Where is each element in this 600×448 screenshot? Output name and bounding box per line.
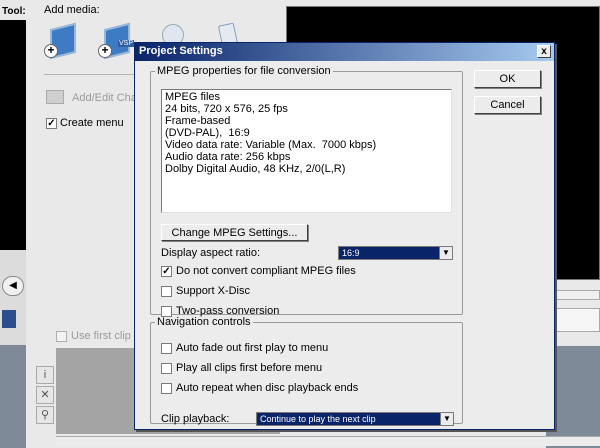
create-menu-check-box[interactable]: ✓ bbox=[46, 117, 57, 129]
info-line: MPEG files bbox=[165, 91, 221, 103]
auto-fade-check-box[interactable] bbox=[161, 342, 172, 354]
create-menu-checkbox[interactable]: ✓ Create menu bbox=[46, 117, 124, 129]
nav-group-legend: Navigation controls bbox=[157, 316, 251, 328]
info-line: Dolby Digital Audio, 48 KHz, 2/0(L,R) bbox=[165, 163, 346, 175]
do-not-convert-check-box[interactable]: ✓ bbox=[161, 265, 172, 277]
auto-fade-label: Auto fade out first play to menu bbox=[176, 342, 329, 354]
info-line: 24 bits, 720 x 576, 25 fps bbox=[165, 103, 288, 115]
do-not-convert-checkbox[interactable]: ✓ Do not convert compliant MPEG files bbox=[161, 265, 356, 277]
play-all-clips-check-box[interactable] bbox=[161, 362, 172, 374]
vsp-label: VSP bbox=[118, 40, 135, 47]
play-all-clips-label: Play all clips first before menu bbox=[176, 362, 323, 374]
support-xdisc-check-box[interactable] bbox=[161, 285, 172, 297]
zoom-icon[interactable]: ⚲ bbox=[36, 406, 54, 424]
dialog-title: Project Settings bbox=[139, 45, 223, 57]
speaker-icon[interactable] bbox=[2, 310, 16, 328]
horizontal-scrollbar[interactable] bbox=[56, 436, 600, 446]
support-xdisc-label: Support X-Disc bbox=[176, 285, 250, 297]
rewind-button[interactable]: ◀ bbox=[2, 276, 24, 296]
side-toolbar: i ✕ ⚲ bbox=[36, 366, 54, 426]
chevron-down-icon[interactable]: ▼ bbox=[440, 413, 453, 425]
left-tool-label: Tool: bbox=[0, 0, 26, 20]
create-menu-label: Create menu bbox=[60, 117, 124, 129]
support-xdisc-checkbox[interactable]: Support X-Disc bbox=[161, 285, 250, 297]
chapter-icon bbox=[46, 90, 64, 104]
auto-repeat-checkbox[interactable]: Auto repeat when disc playback ends bbox=[161, 382, 358, 394]
ok-button[interactable]: OK bbox=[474, 70, 541, 88]
delete-icon[interactable]: ✕ bbox=[36, 386, 54, 404]
clip-playback-value: Continue to play the next clip bbox=[260, 414, 376, 424]
close-button[interactable]: x bbox=[537, 45, 551, 58]
info-icon[interactable]: i bbox=[36, 366, 54, 384]
play-all-clips-checkbox[interactable]: Play all clips first before menu bbox=[161, 362, 322, 374]
left-timeline-area bbox=[0, 345, 26, 448]
add-media-label: Add media: bbox=[44, 4, 100, 16]
info-line: Audio data rate: 256 kbps bbox=[165, 151, 291, 163]
cancel-button[interactable]: Cancel bbox=[474, 96, 541, 114]
auto-repeat-label: Auto repeat when disc playback ends bbox=[176, 382, 359, 394]
auto-repeat-check-box[interactable] bbox=[161, 382, 172, 394]
mpeg-properties-group: MPEG properties for file conversion MPEG… bbox=[150, 65, 463, 317]
timeline-ruler bbox=[556, 308, 600, 332]
info-line: Frame-based bbox=[165, 115, 231, 127]
use-first-clip-check-box[interactable] bbox=[56, 330, 67, 342]
mpeg-info-box: MPEG files 24 bits, 720 x 576, 25 fps Fr… bbox=[161, 89, 452, 213]
auto-fade-checkbox[interactable]: Auto fade out first play to menu bbox=[161, 342, 328, 354]
clip-playback-select[interactable]: Continue to play the next clip ▼ bbox=[256, 412, 454, 426]
aspect-ratio-value: 16:9 bbox=[342, 248, 360, 258]
change-mpeg-settings-button[interactable]: Change MPEG Settings... bbox=[161, 224, 308, 241]
two-pass-check-box[interactable] bbox=[161, 305, 172, 317]
do-not-convert-label: Do not convert compliant MPEG files bbox=[176, 265, 356, 277]
add-edit-chapter-button[interactable]: Add/Edit Chap bbox=[72, 92, 143, 104]
use-first-clip-checkbox[interactable]: Use first clip as bbox=[56, 330, 146, 342]
plus-icon: + bbox=[98, 44, 112, 58]
info-line: Video data rate: Variable (Max. 7000 kbp… bbox=[165, 139, 377, 151]
dialog-titlebar: Project Settings x bbox=[135, 43, 554, 61]
navigation-controls-group: Navigation controls Auto fade out first … bbox=[150, 316, 463, 426]
chevron-down-icon[interactable]: ▼ bbox=[439, 247, 452, 259]
clip-playback-label: Clip playback: bbox=[161, 413, 230, 425]
aspect-ratio-select[interactable]: 16:9 ▼ bbox=[338, 246, 453, 260]
left-preview-video bbox=[0, 0, 26, 250]
rewind-icon: ◀ bbox=[9, 280, 17, 291]
plus-icon: + bbox=[44, 44, 58, 58]
project-settings-dialog: Project Settings x MPEG properties for f… bbox=[134, 42, 555, 430]
close-icon: x bbox=[541, 46, 547, 57]
aspect-ratio-label: Display aspect ratio: bbox=[161, 247, 261, 259]
mpeg-group-legend: MPEG properties for file conversion bbox=[157, 65, 331, 77]
add-vsp-button[interactable]: + VSP bbox=[98, 22, 138, 60]
add-video-button[interactable]: + bbox=[44, 22, 84, 60]
info-line: (DVD-PAL), 16:9 bbox=[165, 127, 250, 139]
